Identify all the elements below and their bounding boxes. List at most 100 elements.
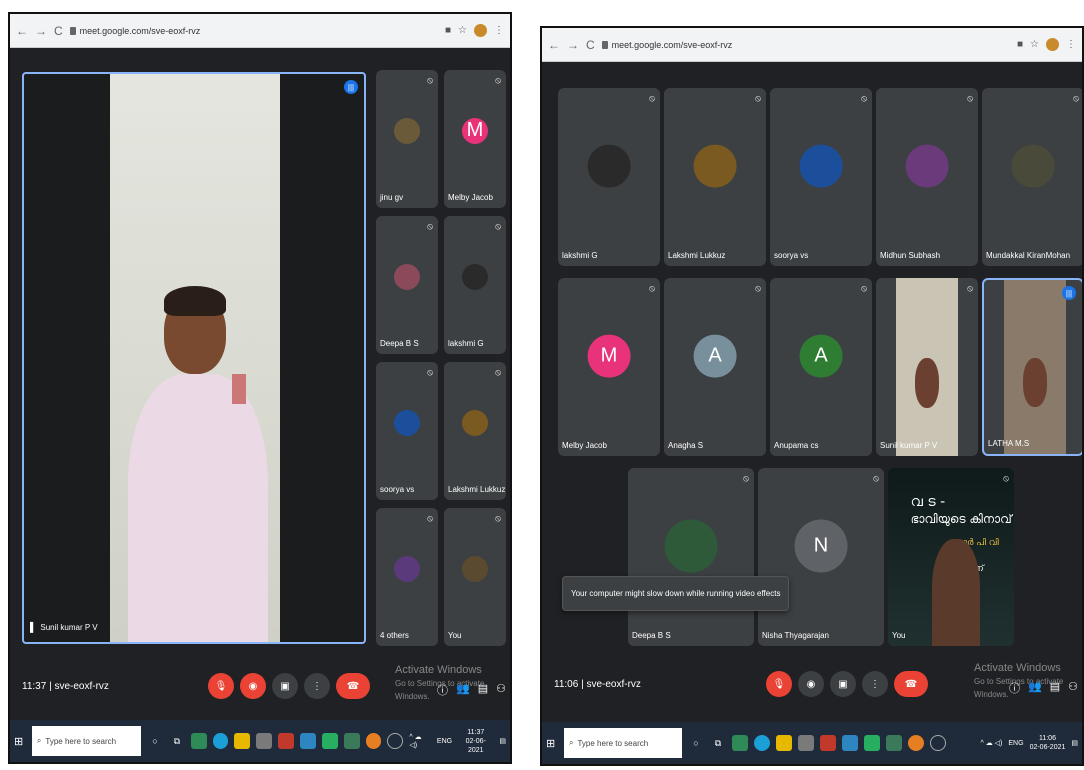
app-icon-1[interactable] [190,733,207,749]
participant-tile-you[interactable]: ⦸ You [444,508,506,646]
taskbar-search[interactable]: ⌕ Type here to search [31,726,142,756]
mic-muted-icon: ⦸ [427,75,433,85]
notification-icon[interactable]: ▤ [1071,739,1078,747]
edge-icon[interactable] [212,733,229,749]
windows-start-icon[interactable]: ⊞ [546,737,558,750]
more-options-button[interactable]: ⋮ [862,671,888,697]
tray-icons[interactable]: ^ ☁ ◁) [409,733,431,749]
app-icon-5[interactable] [842,735,858,751]
participant-tile-4-others[interactable]: ⦸ 4 others [376,508,438,646]
participant-tile-deepa-b-s[interactable]: ⦸ Deepa B S [628,468,754,646]
more-options-button[interactable]: ⋮ [304,673,330,699]
chat-icon[interactable]: ▤ [478,682,488,698]
taskbar-clock[interactable]: 11:37 02-06-2021 [458,728,493,755]
profile-avatar[interactable] [1046,38,1059,51]
participant-tile-deepa-b-s[interactable]: ⦸ Deepa B S [376,216,438,354]
cortana-icon[interactable]: ○ [147,733,163,749]
participant-tile-sunil-kumar-p-v[interactable]: ⦸ Sunil kumar P V [876,278,978,456]
menu-dots-icon[interactable]: ⋮ [1066,39,1076,50]
speaker-hair [164,286,226,316]
participant-tile-you[interactable]: വ ട -ഭാവിയുടെ കിനാവ്കുമാർ പി വിഇ 11 ന്⦸Y… [888,468,1014,646]
mic-muted-icon: ⦸ [495,221,501,231]
app-icon-7[interactable] [886,735,902,751]
participant-name: Lakshmi Lukkuz [448,485,506,494]
chrome-icon[interactable] [365,733,382,749]
notification-icon[interactable]: ▤ [499,737,506,745]
participant-tile-anagha-s[interactable]: A ⦸ Anagha S [664,278,766,456]
camera-icon[interactable]: ■ [1017,39,1023,50]
participant-tile-lakshmi-g[interactable]: ⦸ lakshmi G [444,216,506,354]
mic-off-button[interactable]: 🎙 [766,671,792,697]
participant-tile-midhun-subhash[interactable]: ⦸ Midhun Subhash [876,88,978,266]
info-icon[interactable]: ⓘ [1009,680,1020,696]
app-icon-6[interactable] [864,735,880,751]
participant-name: Deepa B S [380,339,419,348]
chrome-icon[interactable] [908,735,924,751]
participant-tile-anupama-cs[interactable]: A ⦸ Anupama cs [770,278,872,456]
participant-tile-mundakkal-kiranmohan[interactable]: ⦸ Mundakkal KiranMohan [982,88,1082,266]
participant-tile-lakshmi-lukkuz[interactable]: ⦸ Lakshmi Lukkuz [444,362,506,500]
people-icon[interactable]: 👥 [1028,680,1042,696]
app-icon-2[interactable] [234,733,251,749]
taskbar-clock[interactable]: 11:06 02-06-2021 [1030,734,1066,752]
back-icon[interactable]: ← [548,38,560,52]
back-icon[interactable]: ← [16,24,28,38]
participant-tile-nisha-thyagarajan[interactable]: N ⦸ Nisha Thyagarajan [758,468,884,646]
task-view-icon[interactable]: ⧉ [710,735,726,751]
app-icon-4[interactable] [278,733,295,749]
app-icon-5[interactable] [300,733,316,749]
participant-tile-melby-jacob[interactable]: M ⦸ Melby Jacob [444,70,506,208]
app-icon-7[interactable] [343,733,360,749]
main-video-tile[interactable]: ||| ▌ Sunil kumar P V [22,72,366,644]
forward-icon[interactable]: → [35,24,47,38]
forward-icon[interactable]: → [567,38,579,52]
participant-tile-soorya-vs[interactable]: ⦸ soorya vs [376,362,438,500]
info-icon[interactable]: ⓘ [437,682,448,698]
mic-off-button[interactable]: 🎙 [208,673,234,699]
participant-tile-latha-m-s[interactable]: ||| LATHA M.S [982,278,1082,456]
present-button[interactable]: ▣ [272,673,298,699]
app-icon-4[interactable] [820,735,836,751]
leave-call-button[interactable]: ☎ [894,671,928,697]
tray-icons[interactable]: ^ ☁ ◁) [981,739,1003,747]
profile-avatar[interactable] [474,24,487,37]
star-icon[interactable]: ☆ [1030,39,1039,50]
camera-off-button[interactable]: ◉ [240,673,266,699]
windows-start-icon[interactable]: ⊞ [14,735,26,748]
app-icon-3[interactable] [798,735,814,751]
reload-icon[interactable]: C [54,24,63,38]
app-icon-6[interactable] [321,733,338,749]
cortana-icon[interactable]: ○ [688,735,704,751]
tray-lang[interactable]: ENG [1008,740,1023,747]
taskbar-search[interactable]: ⌕ Type here to search [564,728,682,758]
participant-tile-melby-jacob[interactable]: M ⦸ Melby Jacob [558,278,660,456]
activities-icon[interactable]: ⚇ [1068,680,1078,696]
camera-button[interactable]: ◉ [798,671,824,697]
activities-icon[interactable]: ⚇ [496,682,506,698]
participant-tile-lakshmi-g[interactable]: ⦸ lakshmi G [558,88,660,266]
participant-tile-jinu-gv[interactable]: ⦸ jinu gv [376,70,438,208]
present-button[interactable]: ▣ [830,671,856,697]
chat-icon[interactable]: ▤ [1050,680,1060,696]
menu-dots-icon[interactable]: ⋮ [494,25,504,36]
participant-tile-soorya-vs[interactable]: ⦸ soorya vs [770,88,872,266]
speaker-body [128,374,268,642]
mic-muted-icon: ⦸ [755,283,761,293]
app-icon-2[interactable] [776,735,792,751]
app-icon-8[interactable] [930,735,946,751]
participant-tile-lakshmi-lukkuz[interactable]: ⦸ Lakshmi Lukkuz [664,88,766,266]
people-icon[interactable]: 👥 [456,682,470,698]
leave-call-button[interactable]: ☎ [336,673,370,699]
app-icon-8[interactable] [387,733,404,749]
app-icon-3[interactable] [256,733,273,749]
meet-bottom-bar: 11:37 | sve-eoxf-rvz 🎙 ◉ ▣ ⋮ ☎ Activate … [10,662,510,710]
reload-icon[interactable]: C [586,38,595,52]
star-icon[interactable]: ☆ [458,25,467,36]
address-bar[interactable]: meet.google.com/sve-eoxf-rvz [69,26,438,36]
app-icon-1[interactable] [732,735,748,751]
address-bar[interactable]: meet.google.com/sve-eoxf-rvz [601,40,1010,50]
tray-lang[interactable]: ENG [437,738,452,745]
camera-icon[interactable]: ■ [445,25,451,36]
task-view-icon[interactable]: ⧉ [169,733,185,749]
edge-icon[interactable] [754,735,770,751]
